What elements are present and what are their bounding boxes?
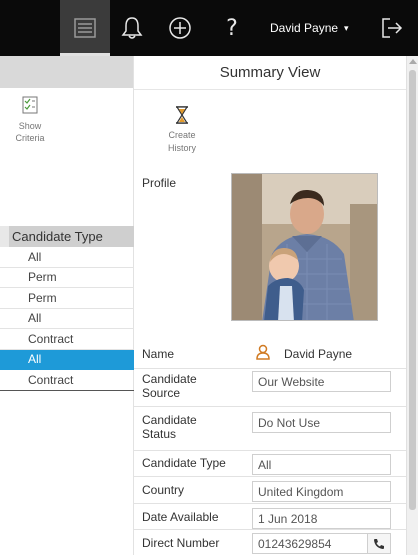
- candidate-status-label-line-2: Status: [142, 427, 177, 441]
- create-history-label-line-2: History: [167, 143, 196, 153]
- create-history-button[interactable]: Create History: [150, 106, 214, 155]
- candidate-status-field[interactable]: Do Not Use: [252, 412, 391, 433]
- candidate-type-item[interactable]: Perm: [0, 288, 134, 309]
- show-criteria-label-line-1: Show: [18, 121, 42, 131]
- candidate-type-item[interactable]: All: [0, 247, 134, 268]
- profile-photo-image: [232, 174, 377, 320]
- scroll-up-icon[interactable]: [409, 59, 417, 64]
- logout-icon: [382, 18, 403, 38]
- show-criteria-button[interactable]: Show Criteria: [0, 96, 60, 144]
- candidate-type-item-selected[interactable]: All: [0, 349, 134, 370]
- hourglass-icon: [175, 106, 189, 124]
- date-available-label: Date Available: [142, 510, 219, 524]
- notifications-button[interactable]: [110, 0, 154, 56]
- add-circle-icon: [169, 17, 191, 39]
- candidate-type-filter: Candidate Type All Perm Perm All Contrac…: [0, 226, 134, 391]
- candidate-status-label-line-1: Candidate: [142, 413, 197, 427]
- name-label: Name: [142, 347, 175, 361]
- create-history-label: Create History: [150, 129, 214, 155]
- candidate-type-field[interactable]: All: [252, 454, 391, 475]
- candidate-source-label-line-2: Source: [142, 386, 181, 400]
- bell-icon: [121, 17, 143, 39]
- phone-icon: [374, 538, 384, 549]
- scrollbar-thumb[interactable]: [409, 70, 416, 510]
- add-new-button[interactable]: [158, 0, 202, 56]
- candidate-type-row: Candidate Type All: [134, 450, 406, 476]
- name-row: Name David Payne: [134, 341, 406, 368]
- date-available-field[interactable]: 1 Jun 2018: [252, 508, 391, 529]
- direct-number-field[interactable]: 01243629854: [252, 533, 391, 554]
- candidate-type-item[interactable]: All: [0, 309, 134, 329]
- chevron-down-icon: ▾: [344, 22, 349, 33]
- show-criteria-label: Show Criteria: [0, 120, 60, 144]
- candidate-status-label: Candidate Status: [142, 413, 197, 441]
- summary-view-panel: Summary View Create History Profile Name…: [134, 56, 406, 555]
- date-available-row: Date Available 1 Jun 2018: [134, 503, 406, 529]
- checklist-icon: [22, 96, 38, 114]
- country-field[interactable]: United Kingdom: [252, 481, 391, 502]
- direct-number-row: Direct Number 01243629854: [134, 529, 406, 555]
- profile-photo[interactable]: [231, 173, 378, 321]
- logout-button[interactable]: [372, 0, 412, 56]
- country-label: Country: [142, 483, 185, 497]
- left-sidebar: Show Criteria Candidate Type All Perm Pe…: [0, 56, 134, 555]
- help-button[interactable]: ?: [210, 0, 254, 56]
- country-row: Country United Kingdom: [134, 476, 406, 503]
- candidate-type-item[interactable]: Contract: [0, 329, 134, 350]
- vertical-scrollbar[interactable]: [406, 56, 418, 555]
- sidebar-header: [0, 56, 133, 88]
- candidate-source-field[interactable]: Our Website: [252, 371, 391, 392]
- list-icon: [74, 18, 96, 38]
- candidate-status-row: Candidate Status Do Not Use: [134, 406, 406, 450]
- candidate-source-label-line-1: Candidate: [142, 372, 197, 386]
- page-title: Summary View: [134, 56, 406, 90]
- person-icon: [256, 344, 270, 360]
- candidate-type-item[interactable]: Contract: [0, 370, 134, 391]
- candidate-type-label: Candidate Type: [142, 456, 226, 470]
- candidate-source-row: Candidate Source Our Website: [134, 368, 406, 406]
- candidate-type-header[interactable]: Candidate Type: [0, 226, 134, 247]
- profile-label: Profile: [142, 176, 177, 190]
- user-name: David Payne: [270, 21, 339, 35]
- direct-number-label: Direct Number: [142, 536, 220, 550]
- candidate-source-label: Candidate Source: [142, 372, 197, 400]
- create-history-label-line-1: Create: [168, 130, 196, 140]
- help-icon: ?: [226, 15, 238, 41]
- candidate-type-item[interactable]: Perm: [0, 268, 134, 288]
- top-navigation-bar: ? David Payne ▾: [0, 0, 418, 56]
- show-criteria-label-line-2: Criteria: [15, 133, 45, 143]
- direct-number-value: 01243629854: [258, 536, 332, 551]
- list-view-button[interactable]: [60, 0, 110, 56]
- candidate-name: David Payne: [284, 347, 353, 361]
- call-button[interactable]: [367, 533, 391, 554]
- user-menu-button[interactable]: David Payne ▾: [270, 0, 370, 56]
